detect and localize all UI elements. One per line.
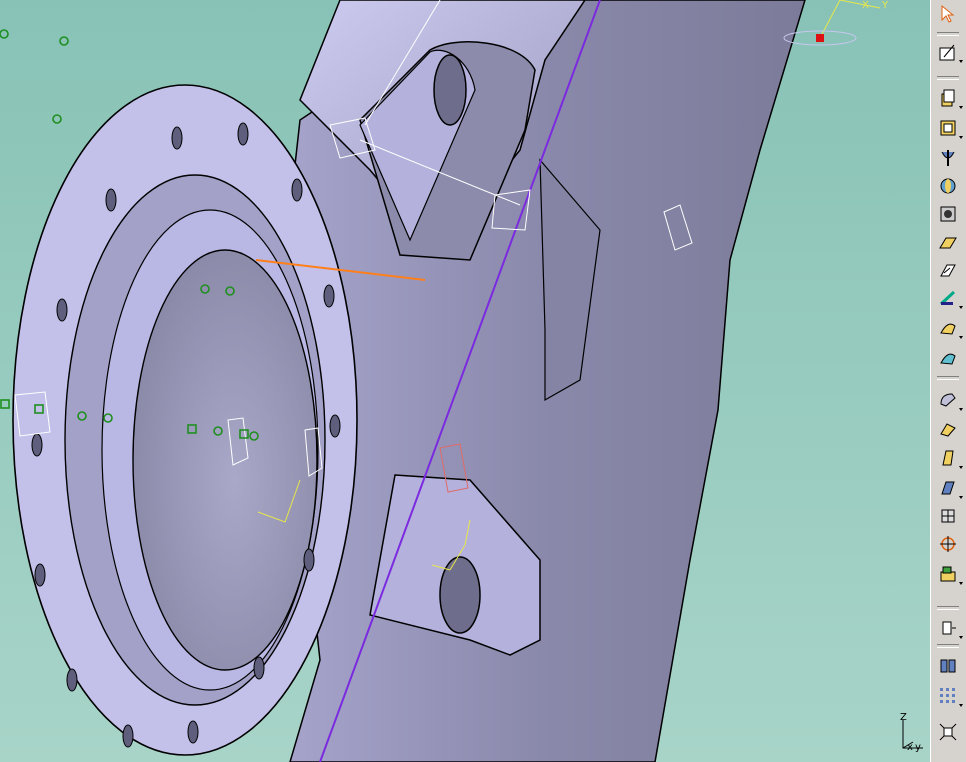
- thickness-icon: [941, 509, 955, 523]
- shell-button[interactable]: [936, 476, 963, 500]
- pad-button[interactable]: [936, 86, 963, 110]
- toolbar-separator: [937, 32, 959, 36]
- scaling-button[interactable]: [936, 720, 960, 744]
- dropdown-arrow-icon[interactable]: [959, 106, 963, 109]
- compass-handle: [816, 34, 824, 42]
- dropdown-arrow-icon[interactable]: [959, 408, 963, 411]
- hole-button[interactable]: [936, 202, 960, 226]
- multi-section-solid-icon: [940, 323, 956, 335]
- shaft-button[interactable]: [936, 146, 960, 170]
- remove-face-icon: [940, 566, 956, 582]
- dropdown-arrow-icon[interactable]: [959, 60, 963, 63]
- bore: [132, 249, 318, 671]
- thread-button[interactable]: [936, 532, 960, 556]
- slot-icon: [940, 264, 956, 277]
- axis-y-label: y: [915, 742, 921, 753]
- toolbar-separator: [937, 644, 959, 648]
- edge-fillet-icon: [940, 393, 956, 407]
- dropdown-arrow-icon[interactable]: [959, 336, 963, 339]
- part-model[interactable]: [0, 0, 930, 762]
- stiffener-icon: [939, 290, 956, 306]
- translation-button[interactable]: [936, 616, 963, 640]
- axis-z-label: Z: [900, 712, 907, 723]
- remove-face-button[interactable]: [936, 562, 963, 586]
- removed-multi-section-button[interactable]: [936, 346, 960, 370]
- thread-icon: [940, 536, 956, 552]
- rectangular-pattern-button[interactable]: [936, 684, 963, 708]
- rectangular-pattern-icon: [940, 688, 955, 703]
- stiffener-button[interactable]: [936, 286, 963, 310]
- removed-multi-section-icon: [940, 353, 956, 365]
- hole-icon: [940, 206, 956, 222]
- rib-button[interactable]: [936, 230, 960, 254]
- shaft-icon: [941, 150, 955, 166]
- pocket-button[interactable]: [936, 116, 963, 140]
- groove-icon: [940, 178, 956, 194]
- compass-label-x: X: [862, 0, 869, 11]
- toolbar-separator: [937, 76, 959, 80]
- toolbar-separator: [937, 606, 959, 610]
- dropdown-arrow-icon[interactable]: [959, 704, 963, 707]
- upper-lug-hole: [433, 54, 467, 126]
- mirror-button[interactable]: [936, 654, 960, 678]
- dropdown-arrow-icon[interactable]: [959, 636, 963, 639]
- dropdown-arrow-icon[interactable]: [959, 136, 963, 139]
- slot-button[interactable]: [936, 258, 960, 282]
- groove-button[interactable]: [936, 174, 960, 198]
- thickness-button[interactable]: [936, 504, 960, 528]
- sketcher-icon: [939, 44, 955, 61]
- compass-label-y: Y: [882, 0, 889, 11]
- translation-icon: [942, 621, 956, 635]
- draft-angle-icon: [942, 450, 954, 466]
- multi-section-solid-button[interactable]: [936, 316, 963, 340]
- toolbar-separator: [937, 376, 959, 380]
- mirror-icon: [940, 659, 956, 673]
- pad-icon: [941, 89, 955, 107]
- dropdown-arrow-icon[interactable]: [959, 582, 963, 585]
- 3d-viewport[interactable]: X Y Z x y: [0, 0, 930, 762]
- chamfer-button[interactable]: [936, 418, 960, 442]
- dropdown-arrow-icon[interactable]: [959, 496, 963, 499]
- select-arrow-button[interactable]: [936, 2, 960, 26]
- pocket-icon: [940, 120, 956, 136]
- dropdown-arrow-icon[interactable]: [959, 466, 963, 469]
- dropdown-arrow-icon[interactable]: [959, 306, 963, 309]
- rib-icon: [939, 237, 957, 249]
- shell-icon: [941, 481, 955, 495]
- chamfer-icon: [940, 423, 956, 437]
- edge-fillet-button[interactable]: [936, 388, 963, 412]
- part-design-toolbar: [930, 0, 966, 762]
- axis-triad: Z x y: [895, 712, 925, 754]
- scaling-icon: [939, 723, 957, 741]
- select-arrow-icon: [941, 4, 955, 23]
- sketcher-button[interactable]: [936, 40, 963, 64]
- axis-x-label: x: [907, 742, 913, 753]
- draft-angle-button[interactable]: [936, 446, 963, 470]
